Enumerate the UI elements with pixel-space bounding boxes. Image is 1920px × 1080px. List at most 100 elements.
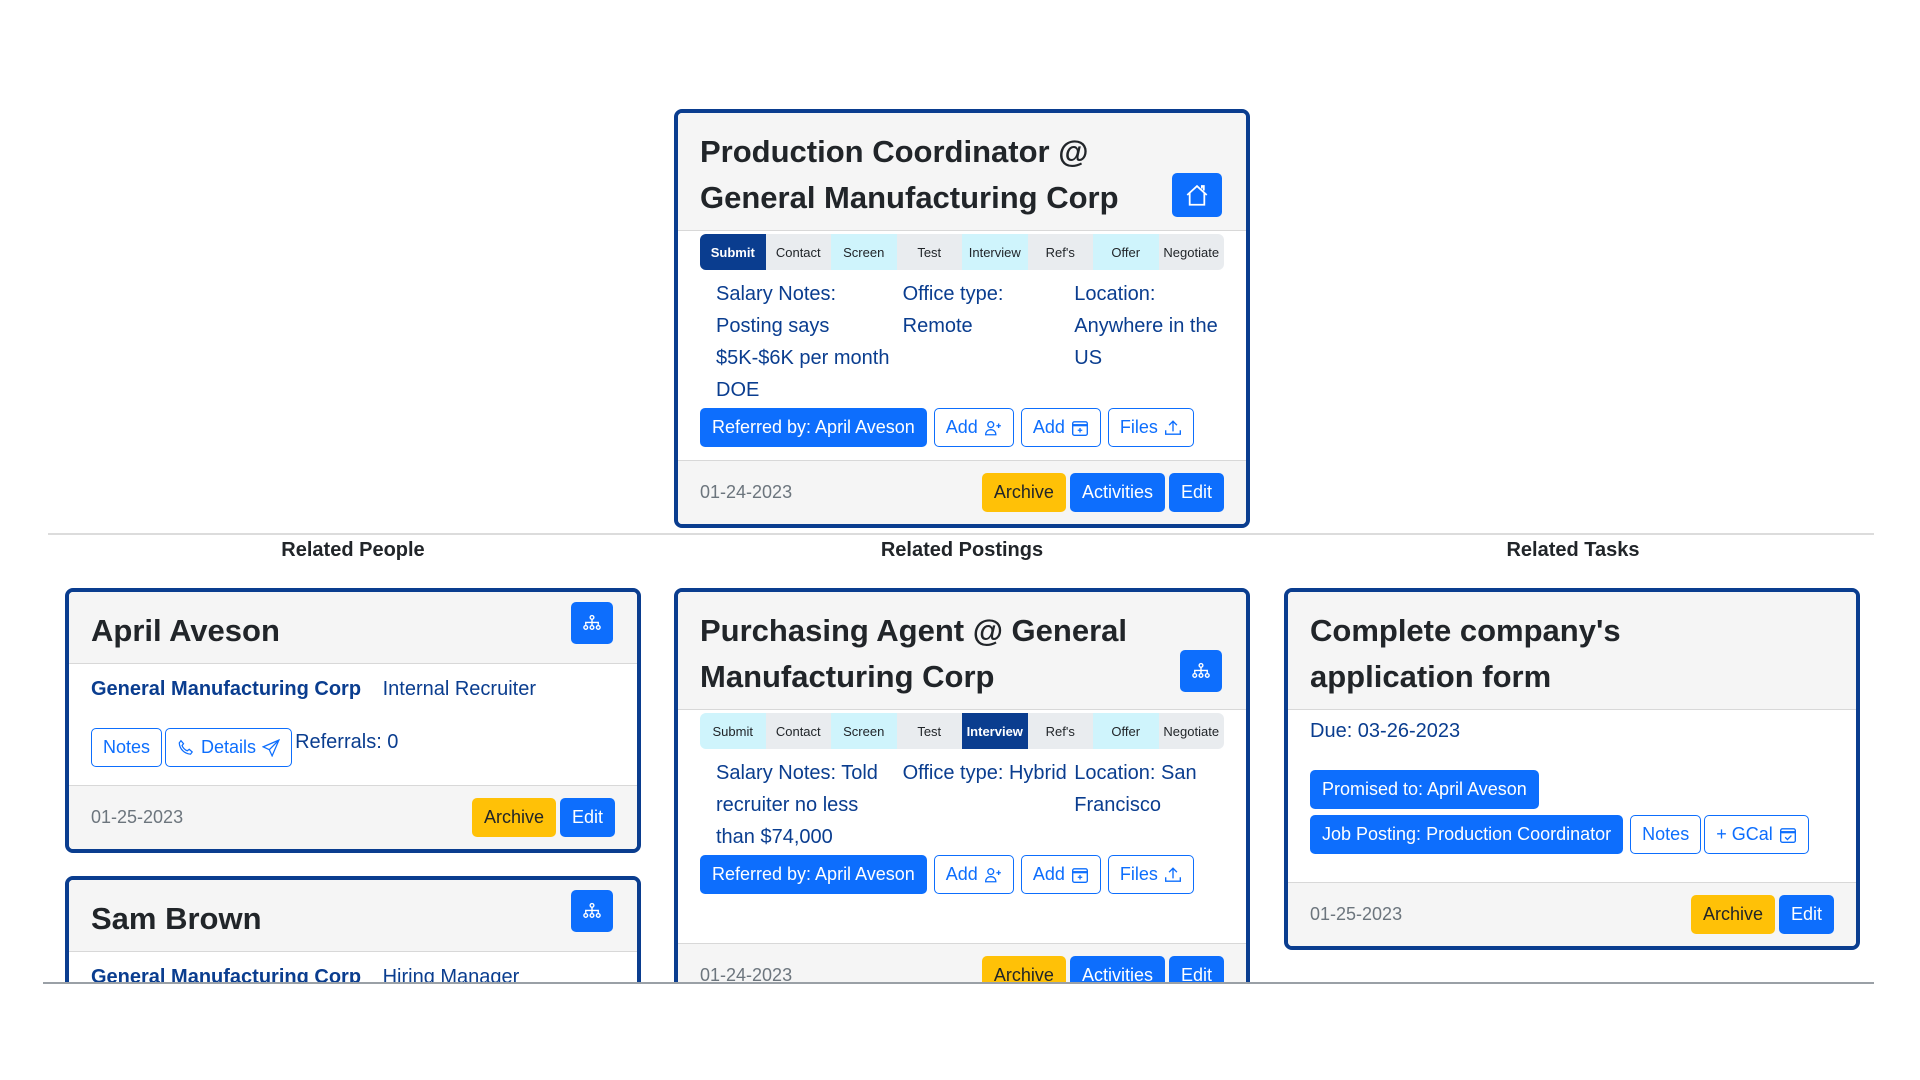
stage-test[interactable]: Test xyxy=(896,713,962,749)
add-person-button[interactable]: Add xyxy=(933,855,1014,894)
main-posting-card: Production Coordinator @ General Manufac… xyxy=(674,109,1250,528)
edit-button[interactable]: Edit xyxy=(1778,895,1834,934)
diagram-icon xyxy=(1191,661,1211,681)
task-date: 01-25-2023 xyxy=(1310,904,1403,924)
activities-button[interactable]: Activities xyxy=(1069,473,1165,512)
send-icon xyxy=(262,738,281,757)
files-button[interactable]: Files xyxy=(1107,855,1194,894)
job-posting-button[interactable]: Job Posting: Production Coordinator xyxy=(1310,815,1624,854)
calendar-plus-icon xyxy=(1071,866,1089,884)
stage-screen[interactable]: Screen xyxy=(831,713,897,749)
add-event-label: Add xyxy=(1032,417,1065,437)
person-role: Internal Recruiter xyxy=(382,678,536,700)
stage-progress: Submit Contact Screen Test Interview Ref's Off… xyxy=(700,713,1224,749)
upload-icon xyxy=(1164,419,1182,437)
related-posting-header: Purchasing Agent @ General Manufacturing… xyxy=(678,592,1246,710)
main-posting-title: Production Coordinator @ General Manufac… xyxy=(700,134,1119,215)
related-people-heading: Related People xyxy=(281,539,425,561)
files-button[interactable]: Files xyxy=(1107,408,1194,447)
task-due: Due: 03-26-2023 xyxy=(1310,720,1461,742)
calendar-check-icon xyxy=(1779,826,1797,844)
referrals-count: Referrals: 0 xyxy=(295,731,399,753)
stage-contact[interactable]: Contact xyxy=(765,234,831,270)
salary-notes: Salary Notes: Told recruiter no less tha… xyxy=(716,762,878,848)
stage-negotiate[interactable]: Negotiate xyxy=(1158,234,1224,270)
notes-button[interactable]: Notes xyxy=(91,728,163,767)
section-divider xyxy=(48,533,1874,535)
gcal-label: + GCal xyxy=(1716,824,1773,844)
salary-notes: Salary Notes: Posting says $5K-$6K per m… xyxy=(716,283,890,401)
posting-actions: Referred by: April Aveson Add Add Files xyxy=(678,406,1246,447)
person-date: 01-25-2023 xyxy=(91,807,184,827)
add-person-label: Add xyxy=(945,417,978,437)
add-person-label: Add xyxy=(945,864,978,884)
upload-icon xyxy=(1164,866,1182,884)
scroll-clip-line xyxy=(43,982,1874,984)
diagram-icon xyxy=(582,613,602,633)
edit-button[interactable]: Edit xyxy=(559,798,615,837)
stage-refs[interactable]: Ref's xyxy=(1027,713,1093,749)
location: Location: Anywhere in the US xyxy=(1074,283,1218,369)
add-event-button[interactable]: Add xyxy=(1020,855,1101,894)
files-label: Files xyxy=(1119,864,1158,884)
main-posting-header: Production Coordinator @ General Manufac… xyxy=(678,113,1246,231)
main-posting-footer: 01-24-2023 Archive Activities Edit xyxy=(678,460,1246,524)
org-chart-button[interactable] xyxy=(571,602,613,644)
location: Location: San Francisco xyxy=(1074,762,1197,816)
stage-submit[interactable]: Submit xyxy=(700,713,766,749)
add-event-label: Add xyxy=(1032,864,1065,884)
related-posting-card: Purchasing Agent @ General Manufacturing… xyxy=(674,588,1250,1028)
person-name: April Aveson xyxy=(91,613,280,648)
archive-button[interactable]: Archive xyxy=(981,473,1066,512)
phone-icon xyxy=(177,739,195,757)
org-chart-button[interactable] xyxy=(571,890,613,932)
task-actions: Job Posting: Production Coordinator Note… xyxy=(1288,809,1856,854)
archive-button[interactable]: Archive xyxy=(471,798,556,837)
task-title: Complete company's application form xyxy=(1310,613,1621,694)
add-event-button[interactable]: Add xyxy=(1020,408,1101,447)
posting-info: Salary Notes: Posting says $5K-$6K per m… xyxy=(678,270,1246,406)
details-button[interactable]: Details xyxy=(165,728,293,767)
person-company-row: General Manufacturing Corp Internal Recr… xyxy=(69,664,637,704)
diagram-icon xyxy=(582,901,602,921)
stage-submit[interactable]: Submit xyxy=(700,234,766,270)
stage-interview[interactable]: Interview xyxy=(962,234,1028,270)
person-header: Sam Brown xyxy=(69,880,637,952)
referred-by-button[interactable]: Referred by: April Aveson xyxy=(700,408,927,447)
org-chart-button[interactable] xyxy=(1180,650,1222,692)
gcal-button[interactable]: + GCal xyxy=(1704,815,1809,854)
edit-button[interactable]: Edit xyxy=(1168,473,1224,512)
stage-interview[interactable]: Interview xyxy=(962,713,1028,749)
person-header: April Aveson xyxy=(69,592,637,664)
office-type: Office type: Hybrid xyxy=(902,762,1067,784)
posting-info: Salary Notes: Told recruiter no less tha… xyxy=(678,749,1246,853)
promised-to-button[interactable]: Promised to: April Aveson xyxy=(1310,770,1539,809)
stage-screen[interactable]: Screen xyxy=(831,234,897,270)
related-postings-heading: Related Postings xyxy=(880,539,1044,561)
stage-offer[interactable]: Offer xyxy=(1093,713,1159,749)
house-icon xyxy=(1184,182,1210,208)
stage-offer[interactable]: Offer xyxy=(1093,234,1159,270)
stage-contact[interactable]: Contact xyxy=(765,713,831,749)
company-link[interactable]: General Manufacturing Corp xyxy=(91,678,361,700)
task-header: Complete company's application form xyxy=(1288,592,1856,710)
related-tasks-heading: Related Tasks xyxy=(1506,539,1640,561)
clip-mask xyxy=(0,983,1920,1080)
referred-by-button[interactable]: Referred by: April Aveson xyxy=(700,855,927,894)
home-button[interactable] xyxy=(1172,173,1222,217)
person-footer: 01-25-2023 Archive Edit xyxy=(69,785,637,849)
stage-progress: Submit Contact Screen Test Interview Ref's Off… xyxy=(700,234,1224,270)
person-plus-icon xyxy=(984,866,1002,884)
stage-test[interactable]: Test xyxy=(896,234,962,270)
stage-negotiate[interactable]: Negotiate xyxy=(1158,713,1224,749)
person-actions: Notes Details Referrals: 0 xyxy=(69,704,637,767)
task-card: Complete company's application form Due:… xyxy=(1284,588,1860,950)
notes-button[interactable]: Notes xyxy=(1630,815,1702,854)
related-posting-title: Purchasing Agent @ General Manufacturing… xyxy=(700,613,1128,694)
add-person-button[interactable]: Add xyxy=(933,408,1014,447)
person-plus-icon xyxy=(984,419,1002,437)
stage-refs[interactable]: Ref's xyxy=(1027,234,1093,270)
archive-button[interactable]: Archive xyxy=(1690,895,1775,934)
details-label: Details xyxy=(201,737,257,757)
files-label: Files xyxy=(1119,417,1158,437)
